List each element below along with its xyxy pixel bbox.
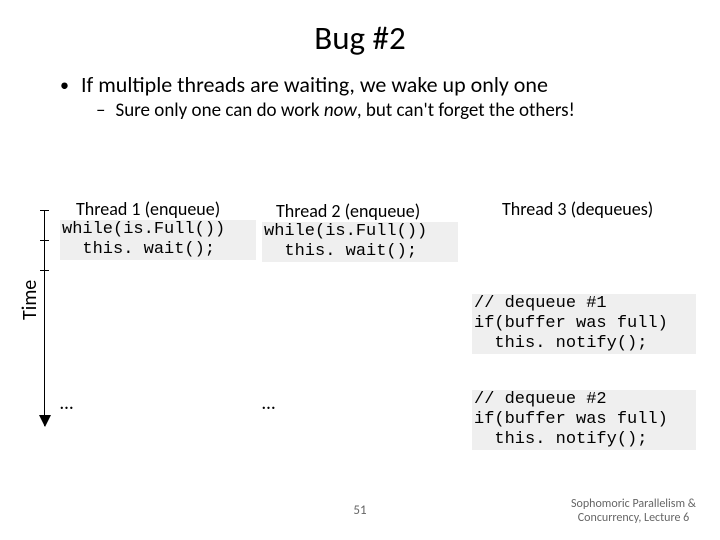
time-axis	[44, 210, 45, 426]
bullet-level1: • If multiple threads are waiting, we wa…	[60, 72, 694, 98]
bullet2-post: , but can't forget the others!	[357, 99, 575, 122]
bullet2-now: now	[324, 99, 357, 122]
bullet-level2: – Sure only one can do work now, but can…	[96, 100, 694, 122]
thread3-code1: // dequeue #1 if(buffer was full) this. …	[472, 294, 696, 354]
time-axis-label: Time	[18, 280, 42, 320]
footer-line2: Concurrency, Lecture 6	[571, 512, 696, 526]
bullet2-pre: Sure only one can do work	[115, 99, 323, 122]
thread3-header: Thread 3 (dequeues)	[502, 198, 653, 220]
thread2-header: Thread 2 (enqueue)	[276, 200, 420, 222]
timeline-area: Time Thread 1 (enqueue) while(is.Full())…	[24, 198, 696, 478]
slide: Bug #2 • If multiple threads are waiting…	[0, 0, 720, 540]
axis-tick	[40, 270, 49, 271]
bullet-dash-icon: –	[96, 100, 105, 122]
bullet2-text: Sure only one can do work now, but can't…	[115, 100, 574, 122]
thread1-header: Thread 1 (enqueue)	[76, 198, 220, 220]
axis-tick	[40, 210, 49, 211]
thread2-code: while(is.Full()) this. wait();	[262, 222, 458, 262]
thread1-code: while(is.Full()) this. wait();	[60, 220, 256, 260]
axis-tick	[40, 240, 49, 241]
thread1-dots: …	[60, 392, 73, 415]
footer-line1: Sophomoric Parallelism &	[571, 498, 696, 512]
bullet1-text: If multiple threads are waiting, we wake…	[81, 72, 548, 97]
bullet-list: • If multiple threads are waiting, we wa…	[60, 72, 694, 122]
thread3-code2: // dequeue #2 if(buffer was full) this. …	[472, 390, 696, 450]
slide-title: Bug #2	[26, 18, 694, 58]
bullet-dot-icon: •	[60, 72, 69, 98]
footer: Sophomoric Parallelism & Concurrency, Le…	[571, 498, 696, 526]
thread2-dots: …	[262, 392, 275, 415]
